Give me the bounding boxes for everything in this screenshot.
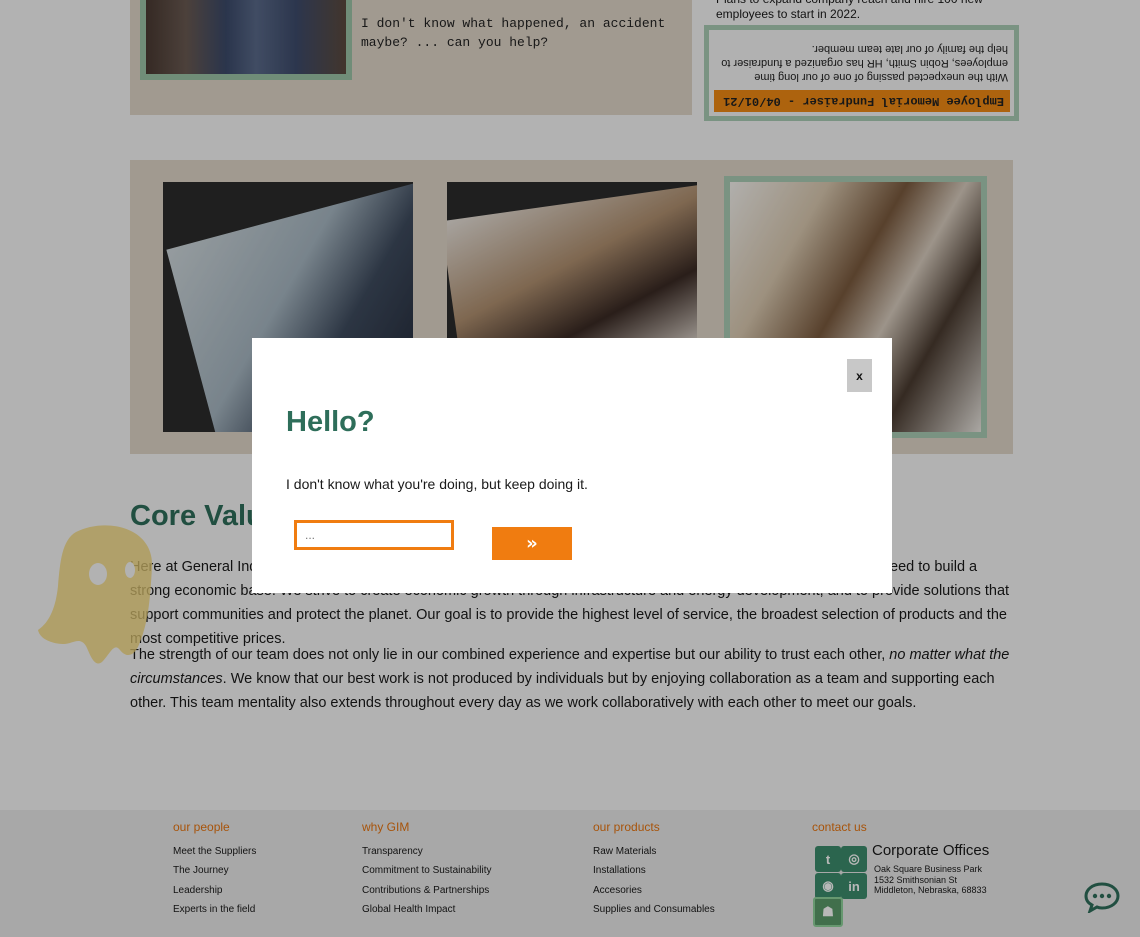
submit-button[interactable]: » xyxy=(492,527,572,560)
modal-dialog: x Hello? I don't know what you're doing,… xyxy=(252,338,892,593)
modal-text: I don't know what you're doing, but keep… xyxy=(286,476,588,492)
modal-title: Hello? xyxy=(286,406,375,438)
modal-input[interactable] xyxy=(294,520,454,550)
close-button[interactable]: x xyxy=(847,359,872,392)
